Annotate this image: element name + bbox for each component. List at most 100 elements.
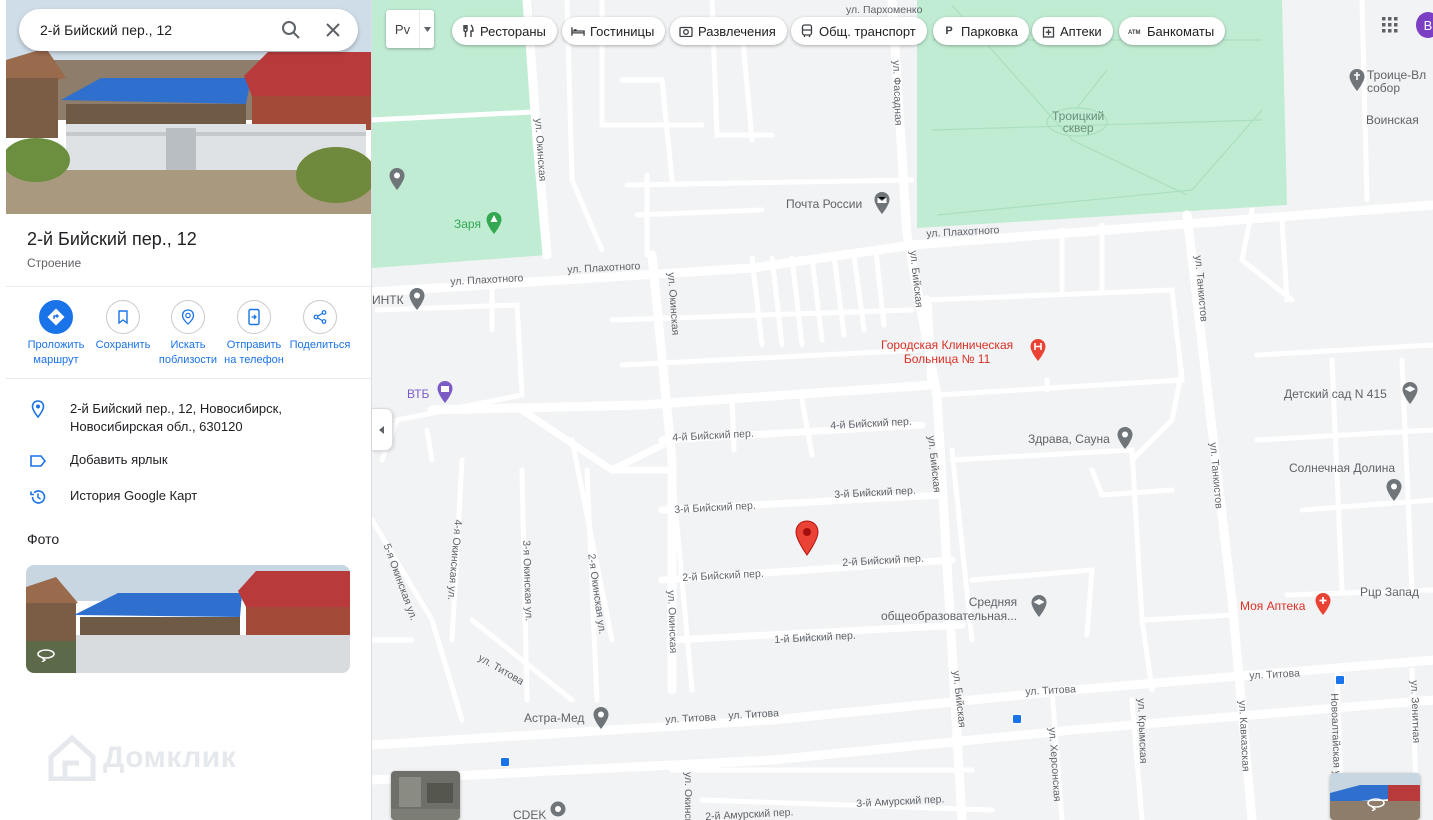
street-view-thumbnail[interactable] (1330, 773, 1420, 820)
send-label: Отправить (226, 339, 282, 351)
parking-icon: P (945, 25, 953, 37)
close-icon[interactable] (316, 13, 350, 47)
address-row[interactable]: 2-й Бийский пер., 12, Новосибирск, Новоси… (26, 400, 282, 436)
poi-label[interactable]: Троицкий сквер (1052, 110, 1104, 134)
place-actions: Проложить маршрут Сохранить Искать поблизо… (22, 300, 362, 370)
photos-heading: Фото (27, 531, 60, 547)
map-canvas[interactable]: ул. Пархоменко ул. Фасадная ул. Окинская… (372, 0, 1433, 820)
account-avatar[interactable]: В (1416, 12, 1433, 38)
save-button[interactable]: Сохранить (89, 300, 157, 353)
location-pin-icon (26, 400, 50, 420)
search-box[interactable]: 2-й Бийский пер., 12 (19, 9, 358, 51)
share-icon (303, 300, 337, 334)
poi-label[interactable]: Заря (454, 217, 481, 231)
chip-label: Гостиницы (590, 23, 655, 39)
chip-label: Рестораны (480, 23, 546, 39)
street-label: ул. Окинская (665, 590, 680, 654)
directions-label-2: маршрут (33, 354, 79, 366)
nearby-label-2: поблизости (158, 354, 218, 366)
send-to-phone-button[interactable]: Отправить на телефон (220, 300, 288, 368)
chip-pharmacies[interactable]: Аптеки (1032, 17, 1113, 45)
bookmark-icon (106, 300, 140, 334)
poi-label[interactable]: ИНТК (372, 293, 404, 307)
send-label-2: на телефон (224, 354, 284, 366)
chip-hotels[interactable]: Гостиницы (562, 17, 666, 45)
domclick-watermark: Домклик (47, 735, 236, 781)
chip-restaurants[interactable]: Рестораны (452, 17, 557, 45)
atm-icon: ATM (1128, 24, 1142, 38)
poi-label[interactable]: Здрава, Сауна (1028, 432, 1110, 446)
pharmacy-icon (1041, 24, 1055, 38)
nearby-button[interactable]: Искать поблизости (154, 300, 222, 368)
chip-entertainment[interactable]: Развлечения (670, 17, 787, 45)
poi-label[interactable]: Астра-Мед (524, 711, 584, 725)
history-row[interactable]: История Google Карт (26, 487, 197, 507)
directions-icon (39, 300, 73, 334)
place-panel: 2-й Бийский пер., 12 2-й Бийский пер., 1… (0, 0, 372, 820)
collapse-panel-button[interactable] (372, 408, 393, 451)
chip-atms[interactable]: ATM Банкоматы (1119, 17, 1226, 45)
caret-down-icon[interactable] (420, 10, 434, 48)
bed-icon (571, 24, 585, 38)
bus-stop-icon[interactable] (1335, 675, 1345, 685)
share-button[interactable]: Поделиться (286, 300, 354, 353)
svg-text:ATM: ATM (1128, 30, 1141, 35)
poi-label[interactable]: Детский сад N 415 (1284, 387, 1387, 401)
chip-label: Общ. транспорт (819, 23, 916, 39)
360-icon (36, 648, 56, 667)
fork-knife-icon (461, 24, 475, 38)
bus-stop-icon[interactable] (500, 757, 510, 767)
street-label: ул. Зенитная (1408, 680, 1423, 744)
camera-icon (679, 24, 693, 38)
apps-grid-icon[interactable] (1381, 16, 1399, 34)
chip-label: Развлечения (698, 23, 776, 39)
satellite-layer-thumbnail[interactable] (391, 771, 460, 820)
place-title: 2-й Бийский пер., 12 (27, 229, 197, 249)
address-line-1: 2-й Бийский пер., 12, Новосибирск, (70, 401, 282, 416)
poi-label[interactable]: ВТБ (407, 387, 429, 401)
street-label: ул. Окинская (682, 772, 694, 820)
search-input[interactable]: 2-й Бийский пер., 12 (19, 22, 274, 38)
street-view-photo[interactable] (26, 565, 350, 673)
street-label: ул. Крымская (1135, 698, 1150, 764)
divider (6, 378, 371, 379)
bus-icon (800, 24, 814, 38)
poi-label[interactable]: CDEK (513, 808, 546, 820)
nearby-label: Искать (170, 339, 206, 351)
directions-button[interactable]: Проложить маршрут (22, 300, 90, 368)
poi-label[interactable]: Городская Клиническая Больница № 11 (881, 338, 1013, 366)
history-icon (26, 487, 50, 507)
address-line-2: Новосибирская обл., 630120 (70, 419, 243, 434)
poi-label[interactable]: Солнечная Долина (1289, 461, 1395, 475)
chip-label: Аптеки (1060, 23, 1102, 39)
bus-stop-icon[interactable] (1012, 714, 1022, 724)
divider (6, 286, 371, 287)
history-text: История Google Карт (70, 488, 198, 503)
poi-label[interactable]: Моя Аптека (1240, 599, 1305, 613)
watermark-text: Домклик (103, 741, 237, 774)
street-label: ул. Фасадная (890, 60, 905, 126)
chip-parking[interactable]: P Парковка (933, 17, 1029, 45)
poi-label[interactable]: Троице-Вл собор (1367, 69, 1426, 95)
street-label: Воинская (1366, 113, 1419, 127)
label-icon (26, 451, 50, 471)
save-label: Сохранить (95, 339, 151, 351)
layer-label[interactable]: Рv (386, 10, 420, 48)
directions-label: Проложить (27, 339, 85, 351)
poi-label[interactable]: Рцр Запад (1360, 585, 1419, 599)
chip-transit[interactable]: Общ. транспорт (791, 17, 927, 45)
street-label: ул. Пархоменко (846, 4, 923, 16)
chip-label: Банкоматы (1147, 23, 1215, 39)
nearby-icon (171, 300, 205, 334)
poi-label[interactable]: Средняя общеобразовательная... (881, 595, 1017, 623)
add-label-row[interactable]: Добавить ярлык (26, 451, 168, 471)
place-type: Строение (27, 256, 82, 270)
search-icon[interactable] (274, 13, 308, 47)
layer-toggle[interactable]: Рv (386, 10, 434, 48)
chip-label: Парковка (961, 23, 1018, 39)
send-to-phone-icon (237, 300, 271, 334)
poi-label[interactable]: Почта России (786, 197, 862, 211)
360-icon (1366, 797, 1386, 816)
chevron-left-icon (379, 425, 384, 434)
add-label-text: Добавить ярлык (70, 452, 168, 467)
